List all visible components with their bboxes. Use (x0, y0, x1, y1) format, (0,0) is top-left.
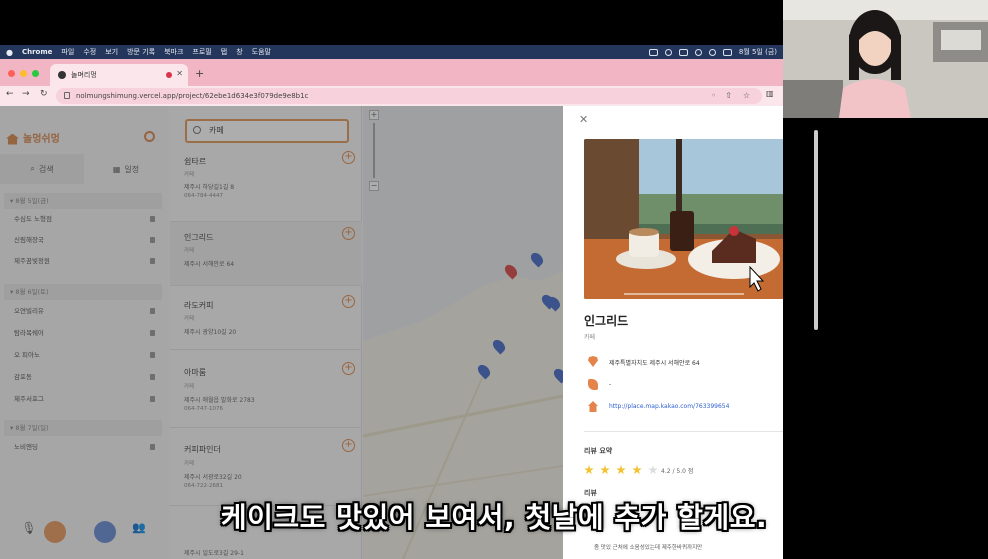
window-close-button[interactable] (8, 70, 15, 77)
location-pin-icon (588, 356, 598, 367)
forward-arrow-icon[interactable]: → (22, 89, 30, 99)
menu-view[interactable]: 보기 (105, 47, 118, 57)
presenter-video (783, 0, 988, 118)
window-zoom-button[interactable] (32, 70, 39, 77)
star-icon (632, 465, 642, 475)
review-snippet: 좀 맛있 근처에 소음성있는데 제주한바퀴까지만 (594, 545, 703, 551)
web-page: 놀멍쉬멍 ⌕ 검색 ▦ 일정 ▾ 8월 5일(금) 수심도 노형점 신림해장국 제주… (0, 106, 783, 559)
recording-indicator-icon (166, 72, 172, 78)
reload-icon[interactable]: ↻ (40, 89, 48, 99)
menu-history[interactable]: 방문 기록 (127, 47, 155, 57)
star-icon (584, 465, 594, 475)
screen: ● Chrome 파일 수정 보기 방문 기록 북마크 프로필 탭 창 도움말 … (0, 0, 988, 559)
modal-backdrop[interactable] (0, 106, 563, 559)
place-photo[interactable] (584, 139, 783, 299)
apple-icon[interactable]: ● (6, 48, 13, 57)
menu-tab[interactable]: 탭 (221, 47, 227, 57)
phone-icon (588, 379, 598, 390)
control-center-icon[interactable] (722, 48, 732, 56)
browser-toolbar: ← → ↻ nolmungshimung.vercel.app/project/… (0, 86, 783, 106)
menubar-clock[interactable]: 8월 5일 (금) (739, 47, 777, 57)
place-phone: - (609, 381, 612, 388)
search-icon[interactable] (708, 48, 716, 56)
record-icon[interactable] (664, 48, 672, 56)
tab-title: 놀며리멍 (71, 71, 97, 79)
place-address: 제주특별자치도 제주시 서해안로 64 (609, 360, 700, 367)
house-icon (588, 401, 598, 412)
star-icon (600, 465, 610, 475)
cafe-photo-image (584, 139, 783, 299)
share-icon[interactable]: ⇧ (725, 88, 732, 104)
star-empty-icon (648, 465, 658, 475)
place-category: 카페 (584, 334, 596, 341)
menubar-status-area: 8월 5일 (금) (648, 45, 777, 59)
place-link[interactable]: http://place.map.kakao.com/763399654 (609, 403, 729, 410)
browser-tab-bar: 놀며리멍 ✕ + (0, 59, 783, 86)
review-summary-title: 리뷰 요약 (584, 447, 613, 455)
mic-icon[interactable]: ◦ (711, 88, 716, 104)
lock-icon (64, 92, 70, 99)
place-detail-modal: ✕ 인그리드 카페 제주특별자치도 제주시 서해안로 64 - http://p… (563, 106, 783, 559)
address-bar[interactable]: nolmungshimung.vercel.app/project/62ebe1… (56, 88, 762, 104)
menubar-app-name[interactable]: Chrome (22, 48, 52, 56)
menu-bookmarks[interactable]: 북마크 (164, 47, 183, 57)
menu-help[interactable]: 도움말 (252, 47, 271, 57)
place-title: 인그리드 (584, 314, 629, 328)
close-icon[interactable]: ✕ (579, 113, 588, 126)
window-minimize-button[interactable] (20, 70, 27, 77)
mac-menubar: ● Chrome 파일 수정 보기 방문 기록 북마크 프로필 탭 창 도움말 … (0, 45, 783, 59)
video-subtitle: 케이크도 맛있어 보여서, 첫날에 추가 할게요. (220, 501, 768, 534)
browser-tab[interactable]: 놀며리멍 ✕ (50, 64, 188, 86)
battery-icon[interactable] (678, 48, 688, 56)
menu-file[interactable]: 파일 (61, 47, 74, 57)
screen-share-icon[interactable] (648, 48, 658, 56)
menu-window[interactable]: 창 (236, 47, 242, 57)
back-arrow-icon[interactable]: ← (6, 89, 14, 99)
rating-text: 4.2 / 5.0 점 (661, 468, 694, 475)
url-text: nolmungshimung.vercel.app/project/62ebe1… (76, 92, 309, 100)
favicon-icon (58, 71, 66, 79)
sidepanel-icon[interactable]: ▥ (766, 89, 774, 98)
modal-scrollbar[interactable] (814, 130, 818, 330)
star-icon (616, 465, 626, 475)
new-tab-button[interactable]: + (195, 67, 204, 80)
wifi-icon[interactable] (694, 48, 702, 56)
tab-close-icon[interactable]: ✕ (176, 69, 183, 78)
menu-edit[interactable]: 수정 (83, 47, 96, 57)
webcam-overlay (783, 0, 988, 118)
bookmark-star-icon[interactable]: ☆ (743, 88, 750, 104)
menu-profiles[interactable]: 프로필 (192, 47, 211, 57)
divider (584, 431, 783, 432)
